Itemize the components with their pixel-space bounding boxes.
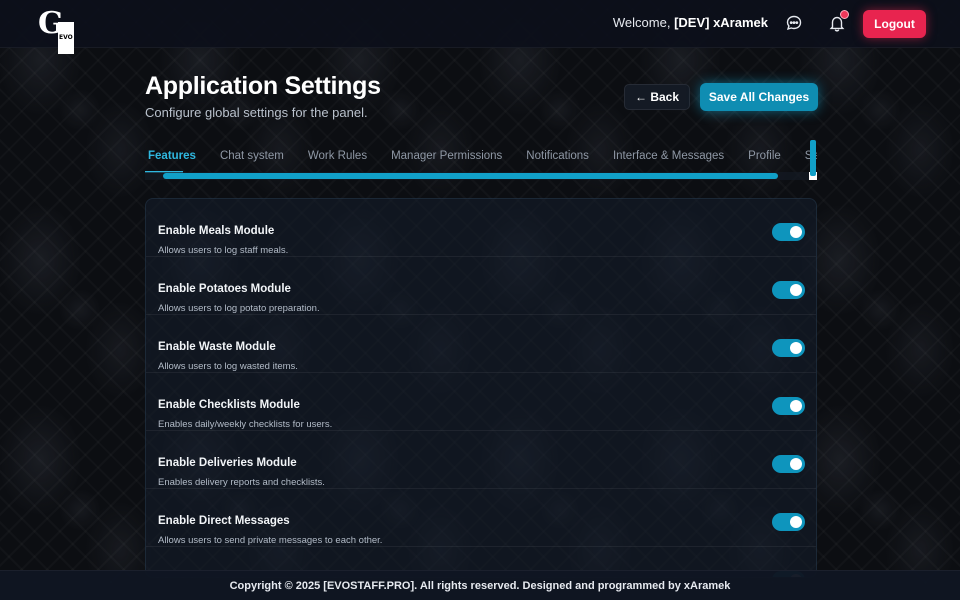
top-navbar: G EVO Welcome, [DEV] xAramek Logout [0,0,960,54]
setting-row: Enable Waste Module Allows users to log … [146,315,816,373]
chat-icon[interactable] [785,14,803,32]
setting-row: Enable Potatoes Module Allows users to l… [146,257,816,315]
setting-description: Allows users to log wasted items. [158,361,298,372]
welcome-prefix: Welcome, [612,15,671,30]
logo-small-text: EVO [58,22,74,54]
logout-button[interactable]: Logout [863,10,926,38]
notification-badge [840,10,849,19]
tab-notifications[interactable]: Notifications [514,148,601,164]
setting-description: Allows users to log potato preparation. [158,303,320,314]
welcome-message: Welcome, [DEV] xAramek [613,15,768,30]
tab-interface-messages[interactable]: Interface & Messages [601,148,736,164]
setting-row: Enable Direct Messages Allows users to s… [146,489,816,547]
waste-module-toggle[interactable] [772,339,805,357]
setting-label: Enable Meals Module [158,225,275,237]
settings-card: Enable Meals Module Allows users to log … [145,198,817,578]
setting-row: Enable Meals Module Allows users to log … [146,199,816,257]
deliveries-module-toggle[interactable] [772,455,805,473]
direct-messages-toggle[interactable] [772,513,805,531]
page-subtitle: Configure global settings for the panel. [145,105,368,120]
setting-label: Enable Checklists Module [158,399,300,411]
vertical-scrollbar-thumb[interactable] [810,140,816,176]
setting-label: Enable Direct Messages [158,515,290,527]
meals-module-toggle[interactable] [772,223,805,241]
tab-chat-system[interactable]: Chat system [208,148,296,164]
checklists-module-toggle[interactable] [772,397,805,415]
setting-label: Enable Waste Module [158,341,276,353]
save-all-changes-button[interactable]: Save All Changes [700,83,818,111]
copyright-text: Copyright © 2025 [EVOSTAFF.PRO]. All rig… [229,580,731,592]
footer: Copyright © 2025 [EVOSTAFF.PRO]. All rig… [0,570,960,600]
potatoes-module-toggle[interactable] [772,281,805,299]
tab-features[interactable]: Features [145,148,208,164]
tab-profile[interactable]: Profile [736,148,793,164]
setting-description: Allows users to send private messages to… [158,535,383,546]
back-button[interactable]: ← Back [624,84,690,110]
setting-description: Enables daily/weekly checklists for user… [158,419,333,430]
tab-work-rules[interactable]: Work Rules [296,148,379,164]
page-title: Application Settings [145,72,381,100]
setting-description: Allows users to log staff meals. [158,245,289,256]
app-logo[interactable]: G EVO [38,8,74,54]
setting-description: Enables delivery reports and checklists. [158,477,325,488]
tab-manager-permissions[interactable]: Manager Permissions [379,148,514,164]
tabs-scrollbar[interactable] [145,172,817,180]
notification-bell-icon[interactable] [828,10,849,32]
tabs-scrollbar-thumb[interactable] [163,173,778,179]
setting-label: Enable Potatoes Module [158,283,291,295]
setting-row: Enable Deliveries Module Enables deliver… [146,431,816,489]
setting-row: Enable Checklists Module Enables daily/w… [146,373,816,431]
welcome-username: [DEV] xAramek [674,15,768,30]
setting-label: Enable Deliveries Module [158,457,297,469]
